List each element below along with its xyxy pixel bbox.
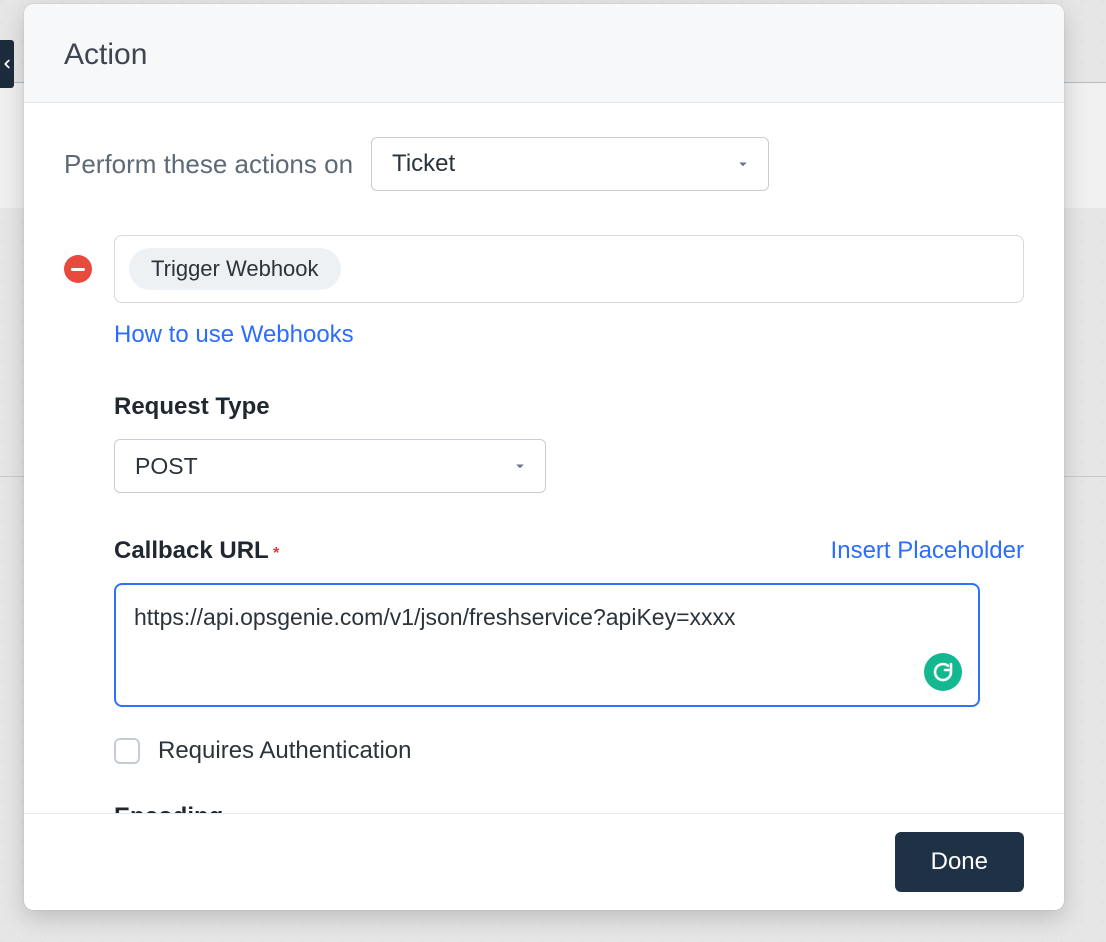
modal-title: Action (64, 38, 1024, 72)
remove-action-button[interactable] (64, 255, 92, 283)
modal-body: Perform these actions on Ticket Trigger … (24, 103, 1064, 813)
requires-auth-label: Requires Authentication (158, 737, 412, 765)
required-indicator: * (273, 545, 279, 562)
request-type-select-value: POST (135, 453, 198, 480)
perform-actions-select-value: Ticket (392, 150, 455, 178)
webhook-settings: How to use Webhooks Request Type POST Ca… (114, 321, 1024, 813)
perform-actions-label: Perform these actions on (64, 149, 353, 180)
insert-placeholder-link[interactable]: Insert Placeholder (831, 537, 1024, 565)
perform-actions-row: Perform these actions on Ticket (64, 137, 1024, 191)
action-row: Trigger Webhook (64, 235, 1024, 303)
requires-auth-row: Requires Authentication (114, 737, 1024, 765)
action-select-box[interactable]: Trigger Webhook (114, 235, 1024, 303)
modal-header: Action (24, 4, 1064, 103)
how-to-use-webhooks-link[interactable]: How to use Webhooks (114, 321, 354, 348)
action-modal: Action Perform these actions on Ticket T… (24, 4, 1064, 910)
caret-down-icon (511, 457, 529, 475)
modal-footer: Done (24, 813, 1064, 910)
chevron-left-icon (0, 57, 14, 71)
request-type-label: Request Type (114, 393, 1024, 421)
callback-url-label-wrap: Callback URL * (114, 537, 279, 565)
request-type-select[interactable]: POST (114, 439, 546, 493)
callback-url-label: Callback URL (114, 537, 269, 564)
minus-icon (71, 268, 85, 271)
action-chip: Trigger Webhook (129, 248, 341, 290)
back-tab[interactable] (0, 40, 14, 88)
grammarly-icon[interactable] (924, 653, 962, 691)
requires-auth-checkbox[interactable] (114, 738, 140, 764)
callback-url-input[interactable] (134, 601, 960, 689)
done-button[interactable]: Done (895, 832, 1024, 892)
perform-actions-select[interactable]: Ticket (371, 137, 769, 191)
callback-url-field-wrap (114, 583, 980, 707)
caret-down-icon (734, 155, 752, 173)
encoding-label: Encoding (114, 803, 1024, 813)
callback-url-header: Callback URL * Insert Placeholder (114, 537, 1024, 565)
